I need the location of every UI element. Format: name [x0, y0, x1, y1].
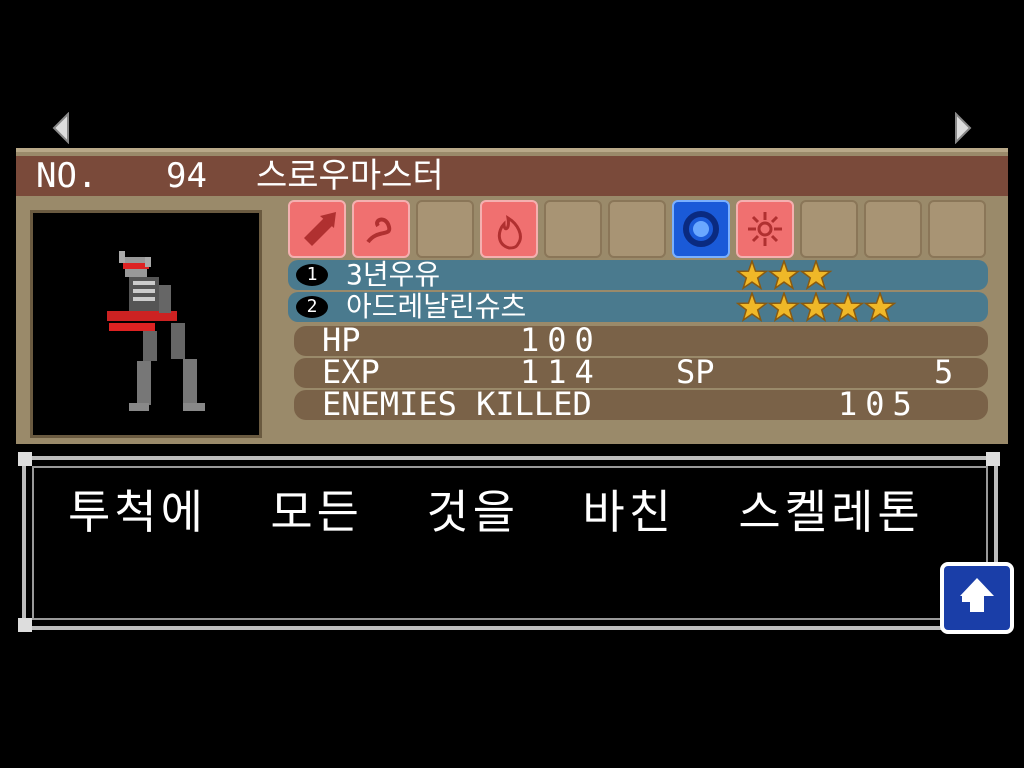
enemy-name: 스로우마스터 [256, 156, 444, 196]
rarity-star-icon [736, 292, 769, 322]
sp-value: 5 [934, 353, 954, 391]
exp-row: EXP 114 SP 5 [294, 353, 988, 391]
sp-label: SP [676, 353, 715, 391]
rarity-star-icon [767, 260, 801, 290]
soul-slot [416, 200, 474, 258]
frame-corner [18, 452, 32, 466]
soul-slot [544, 200, 602, 258]
enemy-description: 투척에 모든 것을 바친 스켈레톤 [68, 485, 924, 539]
burst-icon [748, 212, 782, 246]
exp-value: 114 [520, 353, 602, 391]
drop-item-name-2: 아드레날린슈츠 [346, 290, 527, 323]
hp-row: HP 100 [294, 321, 988, 359]
ring-icon [683, 211, 719, 247]
enemies-killed-value: 105 [838, 385, 920, 423]
exp-label: EXP [322, 353, 380, 391]
hp-label: HP [322, 321, 361, 359]
rarity-star-icon [799, 292, 833, 322]
rarity-star-icon [736, 260, 769, 290]
drop-slot-number-1: 1 [296, 264, 328, 286]
soul-slot [608, 200, 666, 258]
frame-corner [986, 452, 1000, 466]
drop-rarity-stars-2 [736, 292, 897, 322]
axe-icon [304, 212, 336, 246]
prev-page-arrow[interactable] [50, 112, 72, 144]
rarity-star-icon [863, 292, 897, 322]
soul-slot [928, 200, 986, 258]
rarity-star-icon [767, 292, 801, 322]
drop-item-name-1: 3년우유 [346, 258, 441, 291]
enemies-killed-row: ENEMIES KILLED 105 [294, 385, 988, 423]
enemy-no-label: NO. [36, 156, 98, 196]
soul-slot [672, 200, 730, 258]
fire-icon [497, 215, 522, 250]
drop-item-row-2: 2 아드레날린슈츠 [288, 292, 988, 322]
next-page-arrow[interactable] [952, 112, 974, 144]
drop-slot-number-2: 2 [296, 296, 328, 318]
drop-item-row-1: 1 3년우유 [288, 260, 988, 290]
skeleton-sprite [107, 251, 205, 411]
enemy-number: 94 [166, 156, 207, 196]
whip-icon [366, 217, 392, 244]
rarity-star-icon [799, 260, 833, 290]
drop-rarity-stars-1 [736, 260, 833, 290]
enemy-portrait [30, 210, 262, 438]
hp-value: 100 [520, 321, 602, 359]
enemy-info-panel: NO. 94 스로우마스터 1 3년우유 2 아드레날린슈츠 HP 100 EX… [16, 148, 1008, 444]
rarity-star-icon [831, 292, 865, 322]
soul-slot [736, 200, 794, 258]
up-arrow-icon [960, 578, 994, 612]
soul-slot [480, 200, 538, 258]
soul-slot [800, 200, 858, 258]
soul-slot [352, 200, 410, 258]
frame-corner [18, 618, 32, 632]
enemies-killed-label: ENEMIES KILLED [322, 385, 592, 423]
enemy-title-bar: NO. 94 스로우마스터 [16, 156, 1008, 196]
soul-slot [288, 200, 346, 258]
scroll-up-button[interactable] [940, 562, 1014, 634]
soul-slot [864, 200, 922, 258]
